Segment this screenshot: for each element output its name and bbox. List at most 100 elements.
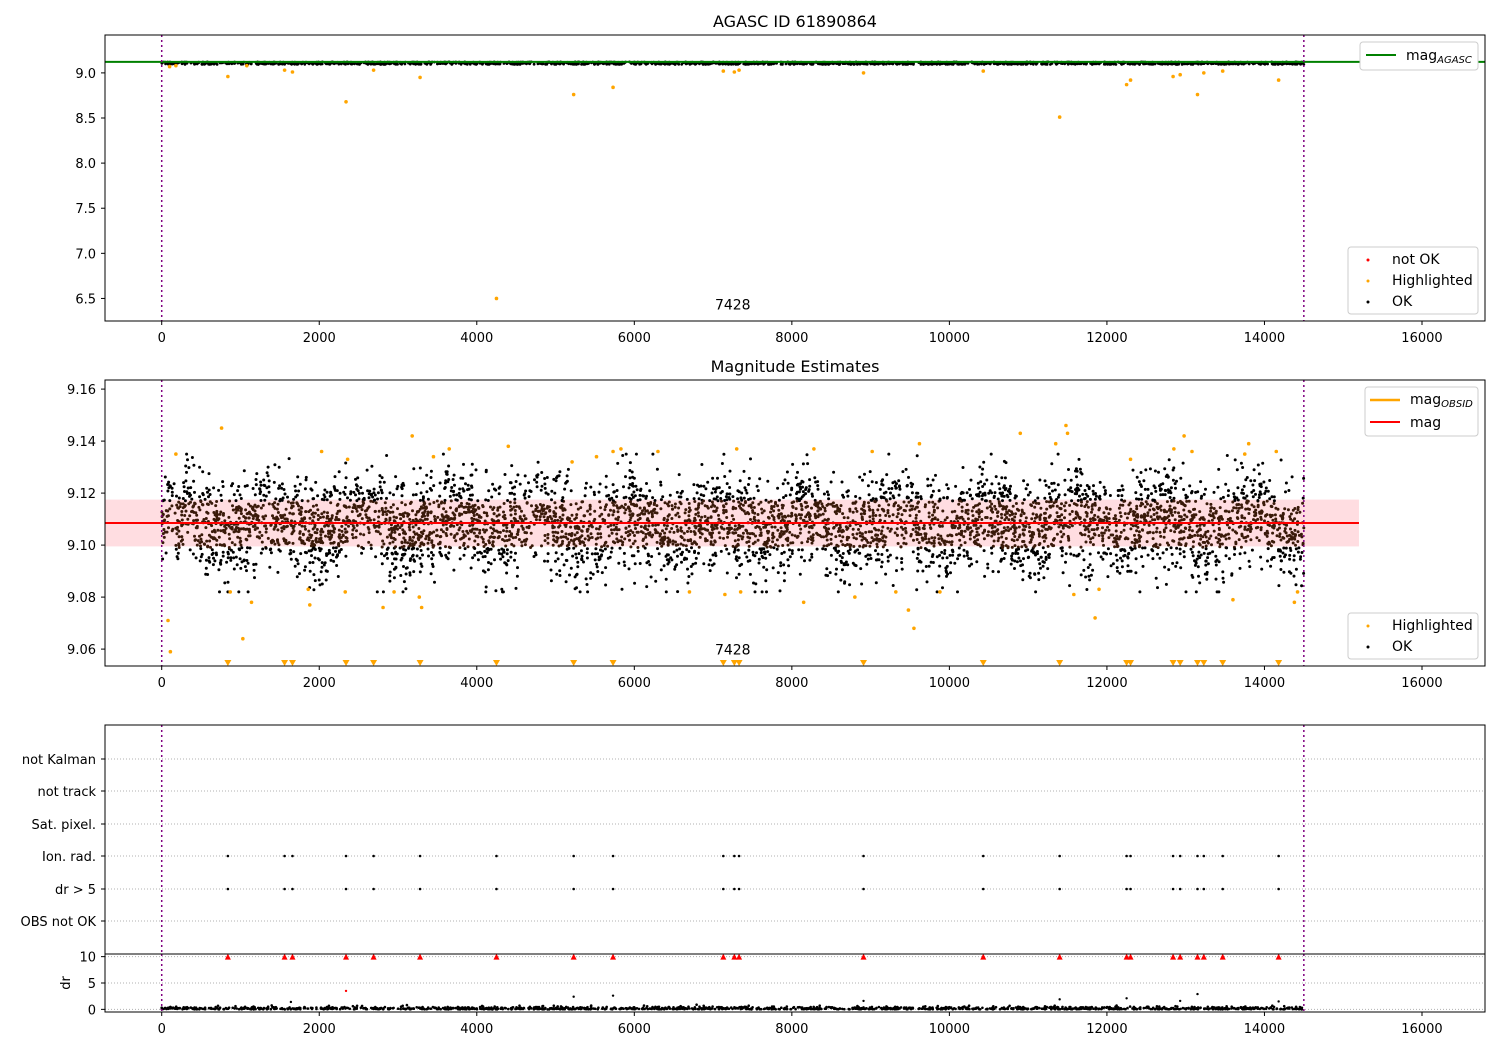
ok-point bbox=[846, 494, 850, 498]
agasc-count-annotation: 7428 bbox=[715, 297, 751, 313]
ok-point bbox=[1060, 535, 1064, 539]
ok-point bbox=[790, 552, 794, 555]
ok-point bbox=[1205, 502, 1209, 506]
x-tick-label: 2000 bbox=[303, 331, 336, 346]
ok-point bbox=[497, 492, 501, 496]
ok-point bbox=[277, 465, 281, 469]
ok-point bbox=[394, 475, 398, 479]
ok-point bbox=[513, 497, 517, 501]
ok-point bbox=[635, 488, 639, 492]
ok-point bbox=[720, 462, 724, 465]
ok-point bbox=[733, 528, 737, 532]
ok-point bbox=[715, 526, 719, 530]
ok-point bbox=[1050, 462, 1054, 466]
ok-point bbox=[583, 543, 587, 547]
ok-point bbox=[675, 525, 679, 528]
ok-point bbox=[719, 525, 723, 529]
ok-point bbox=[481, 540, 485, 544]
ok-point bbox=[910, 491, 914, 495]
ok-point bbox=[810, 552, 814, 556]
ok-point bbox=[1037, 571, 1041, 575]
ok-point bbox=[425, 473, 429, 477]
ok-point bbox=[1174, 564, 1178, 568]
ok-point bbox=[1279, 458, 1283, 462]
ok-point bbox=[357, 491, 361, 495]
ok-point bbox=[239, 497, 243, 500]
ok-point bbox=[732, 517, 736, 521]
ok-point bbox=[198, 465, 202, 469]
ok-point bbox=[684, 544, 688, 548]
ok-point bbox=[1256, 499, 1260, 502]
ok-point bbox=[1281, 511, 1285, 515]
ok-point bbox=[277, 62, 281, 66]
ok-point bbox=[391, 552, 394, 556]
ok-point bbox=[821, 512, 825, 516]
ok-point bbox=[391, 540, 395, 544]
ok-point bbox=[895, 515, 899, 519]
ok-point bbox=[487, 489, 491, 493]
agasc-legend-mag-subscript: AGASC bbox=[1436, 55, 1472, 66]
ok-point bbox=[1230, 509, 1234, 513]
ok-point bbox=[798, 572, 802, 576]
ok-point bbox=[1292, 574, 1296, 578]
ok-point bbox=[937, 524, 941, 528]
ok-point bbox=[1169, 529, 1173, 533]
ok-point bbox=[713, 504, 717, 508]
ok-point bbox=[435, 499, 439, 503]
ok-point bbox=[684, 508, 688, 512]
ok-point bbox=[621, 543, 624, 547]
ok-point bbox=[373, 509, 377, 513]
ok-point bbox=[1151, 62, 1155, 66]
ok-point bbox=[1131, 468, 1135, 472]
ok-point bbox=[239, 566, 243, 570]
ok-point bbox=[992, 539, 996, 543]
ok-point bbox=[1221, 62, 1225, 66]
ok-point bbox=[396, 507, 399, 511]
ok-point bbox=[419, 491, 423, 495]
ok-point bbox=[204, 572, 208, 576]
ok-point bbox=[609, 523, 613, 527]
ok-point bbox=[500, 547, 504, 551]
ok-point bbox=[917, 526, 921, 530]
ok-point bbox=[478, 531, 482, 535]
ok-point bbox=[356, 62, 360, 66]
ok-point bbox=[583, 494, 587, 498]
ok-point bbox=[317, 578, 321, 582]
ok-point bbox=[1287, 489, 1291, 492]
ok-point bbox=[1159, 508, 1163, 512]
ok-point bbox=[944, 62, 948, 66]
ok-point bbox=[752, 581, 755, 585]
agasc-y-tick-label: 7.5 bbox=[75, 202, 96, 217]
ok-point bbox=[1048, 514, 1052, 518]
ok-point bbox=[1205, 577, 1209, 581]
ok-point bbox=[215, 63, 219, 66]
ok-point bbox=[636, 549, 640, 553]
ok-point bbox=[680, 560, 683, 564]
ok-point bbox=[633, 494, 637, 498]
ok-point bbox=[919, 63, 923, 66]
ok-point bbox=[257, 518, 261, 522]
ok-point bbox=[712, 527, 716, 531]
ok-point bbox=[968, 537, 972, 541]
ok-point bbox=[170, 490, 174, 494]
ok-point bbox=[1290, 475, 1294, 479]
ok-point bbox=[589, 485, 593, 489]
ok-point bbox=[751, 501, 755, 505]
ok-point bbox=[319, 533, 323, 537]
ok-point bbox=[963, 529, 967, 533]
ok-point bbox=[993, 491, 997, 495]
ok-point bbox=[680, 62, 684, 66]
ok-point bbox=[162, 535, 166, 539]
ok-point bbox=[259, 490, 263, 494]
ok-point bbox=[946, 487, 950, 491]
ok-point bbox=[1289, 517, 1293, 521]
ok-point bbox=[402, 536, 406, 540]
ok-point bbox=[585, 556, 589, 560]
ok-point bbox=[376, 491, 380, 495]
ok-point bbox=[950, 540, 954, 544]
ok-point bbox=[409, 557, 413, 561]
ok-point bbox=[1272, 502, 1276, 505]
ok-point bbox=[1055, 504, 1059, 508]
ok-point bbox=[945, 540, 949, 544]
ok-point bbox=[616, 461, 620, 465]
